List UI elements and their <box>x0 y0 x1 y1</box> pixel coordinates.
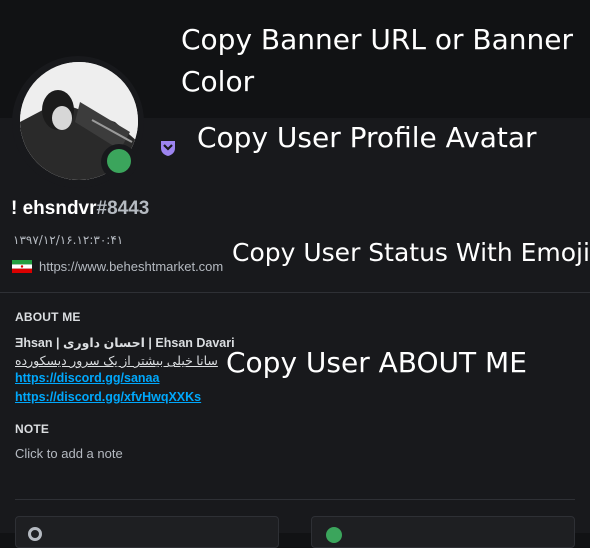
banner-caption: Copy Banner URL or Banner Color <box>181 23 574 98</box>
note-input[interactable]: Click to add a note <box>15 446 123 461</box>
divider <box>15 499 575 500</box>
note-title: NOTE <box>15 422 50 436</box>
about-caption: Copy User ABOUT ME <box>226 346 527 379</box>
online-icon <box>326 527 342 543</box>
divider <box>0 292 590 293</box>
activity-box-right[interactable] <box>311 516 575 548</box>
hypesquad-badge-icon[interactable] <box>158 137 178 157</box>
online-status-icon <box>107 149 131 173</box>
avatar-caption: Copy User Profile Avatar <box>197 121 537 154</box>
custom-status-url: https://www.beheshtmarket.com <box>39 259 224 274</box>
about-me-link[interactable]: https://discord.gg/sanaa <box>15 371 159 385</box>
custom-status-text: ۱۳۹۷/۱۲/۱۶.۱۲:۳۰:۴۱ <box>13 233 124 247</box>
about-me-title: ABOUT ME <box>15 310 81 324</box>
iran-flag-icon <box>12 260 32 273</box>
status-caption: Copy User Status With Emoji <box>232 238 590 267</box>
username-name: ! ehsndvr <box>11 198 97 219</box>
about-me-line: سانا خیلی بیشتر از یک سرور دیسکورده <box>15 354 218 368</box>
circle-icon <box>28 527 42 541</box>
about-me-link[interactable]: https://discord.gg/xfvHwqXXKs <box>15 390 201 404</box>
activity-box-left[interactable] <box>15 516 279 548</box>
about-me-line: Ǝhsan | احسان داوری | Ehsan Davari <box>15 336 235 350</box>
username-discriminator: #8443 <box>96 198 150 219</box>
username[interactable]: ! ehsndvr#8443 <box>11 198 149 220</box>
